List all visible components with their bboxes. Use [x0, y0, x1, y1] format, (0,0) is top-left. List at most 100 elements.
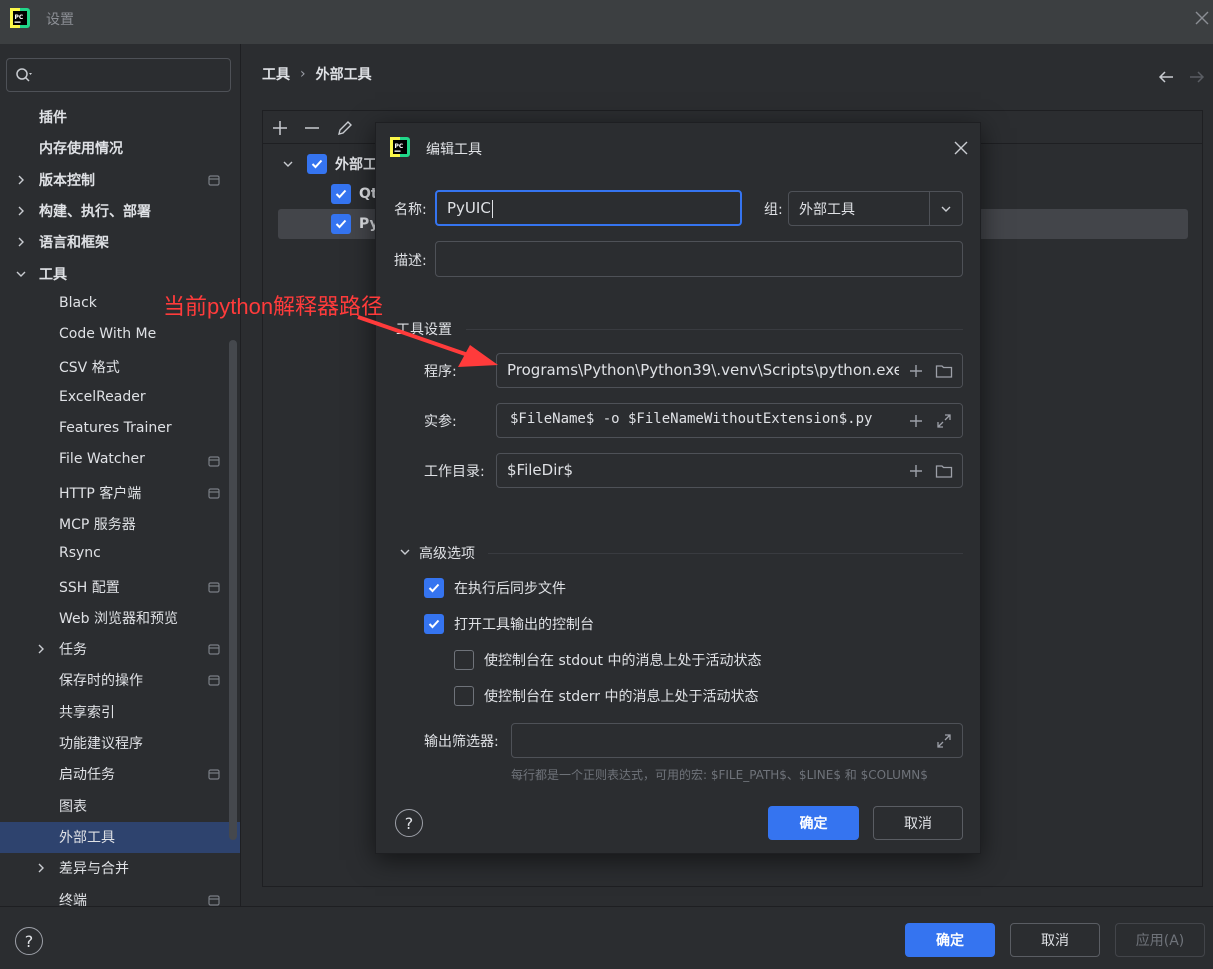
folder-icon[interactable] — [935, 462, 953, 480]
sidebar-item-label: 启动任务 — [59, 767, 115, 783]
project-level-icon — [208, 175, 220, 186]
tree-item-row[interactable]: Py — [331, 209, 379, 239]
sidebar-item[interactable]: CSV 格式 — [0, 352, 240, 383]
settings-search-input[interactable] — [6, 58, 231, 92]
expand-icon[interactable] — [935, 412, 953, 430]
sidebar-item[interactable]: 共享索引 — [0, 697, 240, 728]
program-input[interactable]: Programs\Python\Python39\.venv\Scripts\p… — [496, 353, 963, 388]
dialog-ok-button[interactable]: 确定 — [768, 806, 859, 840]
dialog-close-icon[interactable] — [953, 140, 969, 156]
sync-files-label: 在执行后同步文件 — [454, 581, 566, 597]
sidebar-item[interactable]: Web 浏览器和预览 — [0, 603, 240, 634]
group-value: 外部工具 — [799, 202, 855, 218]
cancel-button[interactable]: 取消 — [1010, 923, 1100, 957]
open-console-option[interactable]: 打开工具输出的控制台 — [424, 614, 594, 634]
project-level-icon — [208, 582, 220, 593]
arguments-input[interactable]: $FileName$ -o $FileNameWithoutExtension$… — [496, 403, 963, 438]
chevron-down-icon[interactable] — [398, 545, 412, 559]
working-dir-input[interactable]: $FileDir$ — [496, 453, 963, 488]
sidebar-item-label: 终端 — [59, 893, 87, 906]
chevron-right-icon[interactable] — [34, 861, 48, 875]
project-level-icon — [208, 675, 220, 686]
sidebar-item[interactable]: 任务 — [0, 634, 240, 665]
sidebar-item-label: 工具 — [39, 267, 67, 283]
edit-pencil-icon[interactable] — [336, 119, 354, 137]
chevron-right-icon[interactable] — [14, 204, 28, 218]
add-icon[interactable] — [271, 119, 289, 137]
sidebar-item[interactable]: Features Trainer — [0, 415, 240, 446]
back-arrow-icon[interactable] — [1157, 68, 1175, 86]
tree-item-row[interactable]: Qt — [331, 179, 378, 209]
advanced-options-heading[interactable]: 高级选项 — [419, 543, 475, 563]
folder-icon[interactable] — [935, 362, 953, 380]
sidebar-item[interactable]: 外部工具 — [0, 822, 240, 853]
sidebar-item-label: SSH 配置 — [59, 580, 120, 596]
project-level-icon — [208, 488, 220, 499]
breadcrumb-root[interactable]: 工具 — [262, 64, 290, 84]
sidebar-item[interactable]: 内存使用情况 — [0, 133, 240, 164]
search-icon — [16, 68, 32, 82]
sidebar-item[interactable]: ExcelReader — [0, 384, 240, 415]
description-input[interactable] — [435, 241, 963, 277]
project-level-icon — [208, 895, 220, 906]
chevron-down-icon[interactable] — [14, 267, 28, 281]
dialog-cancel-button[interactable]: 取消 — [873, 806, 963, 840]
sidebar-item[interactable]: 插件 — [0, 102, 240, 133]
add-macro-icon[interactable] — [907, 462, 925, 480]
sidebar-item[interactable]: 语言和框架 — [0, 227, 240, 258]
add-macro-icon[interactable] — [907, 412, 925, 430]
sync-files-option[interactable]: 在执行后同步文件 — [424, 578, 566, 598]
remove-icon[interactable] — [303, 119, 321, 137]
sidebar-item[interactable]: File Watcher — [0, 446, 240, 477]
sidebar-item[interactable]: 工具 — [0, 259, 240, 290]
help-button[interactable]: ? — [15, 927, 43, 955]
stdout-active-checkbox[interactable] — [454, 650, 474, 670]
sidebar-item[interactable]: 差异与合并 — [0, 853, 240, 884]
working-dir-label: 工作目录: — [424, 464, 485, 480]
sidebar-item-label: Black — [59, 295, 97, 311]
sync-files-checkbox[interactable] — [424, 578, 444, 598]
group-label: 组: — [764, 202, 783, 218]
ok-button[interactable]: 确定 — [905, 923, 995, 957]
sidebar-item[interactable]: 终端 — [0, 885, 240, 906]
sidebar-item[interactable]: 功能建议程序 — [0, 728, 240, 759]
sidebar-item[interactable]: 保存时的操作 — [0, 665, 240, 696]
open-console-checkbox[interactable] — [424, 614, 444, 634]
sidebar-item[interactable]: 版本控制 — [0, 165, 240, 196]
pycharm-logo-icon: PC — [10, 8, 30, 28]
chevron-right-icon[interactable] — [14, 235, 28, 249]
sidebar-scrollbar[interactable] — [229, 340, 237, 840]
sidebar-item-label: 差异与合并 — [59, 861, 129, 877]
expand-icon[interactable] — [935, 732, 953, 750]
chevron-down-icon[interactable] — [937, 200, 955, 218]
add-macro-icon[interactable] — [907, 362, 925, 380]
breadcrumb: 工具 › 外部工具 — [262, 64, 372, 84]
stderr-active-checkbox[interactable] — [454, 686, 474, 706]
tool-checkbox[interactable] — [331, 184, 351, 204]
chevron-right-icon[interactable] — [34, 642, 48, 656]
stdout-active-option[interactable]: 使控制台在 stdout 中的消息上处于活动状态 — [454, 650, 762, 670]
group-checkbox[interactable] — [307, 154, 327, 174]
name-input[interactable]: PyUIC — [435, 190, 742, 226]
chevron-down-icon[interactable] — [281, 157, 295, 171]
sidebar-item[interactable]: 图表 — [0, 791, 240, 822]
help-button[interactable]: ? — [395, 809, 423, 837]
dialog-title: 编辑工具 — [426, 142, 482, 158]
svg-text:PC: PC — [15, 14, 24, 21]
stderr-active-label: 使控制台在 stderr 中的消息上处于活动状态 — [484, 689, 759, 705]
name-value: PyUIC — [447, 199, 493, 218]
sidebar-item[interactable]: Code With Me — [0, 321, 240, 352]
stderr-active-option[interactable]: 使控制台在 stderr 中的消息上处于活动状态 — [454, 686, 758, 706]
sidebar-item[interactable]: SSH 配置 — [0, 572, 240, 603]
tool-checkbox[interactable] — [331, 214, 351, 234]
sidebar-item[interactable]: MCP 服务器 — [0, 509, 240, 540]
sidebar-item[interactable]: 启动任务 — [0, 759, 240, 790]
sidebar-item[interactable]: HTTP 客户端 — [0, 478, 240, 509]
tree-group-row[interactable]: 外部工 — [281, 149, 377, 179]
output-filter-input[interactable] — [511, 723, 963, 758]
chevron-right-icon[interactable] — [14, 173, 28, 187]
sidebar-item[interactable]: 构建、执行、部署 — [0, 196, 240, 227]
window-close-icon[interactable] — [1193, 9, 1211, 27]
group-select[interactable]: 外部工具 — [788, 191, 963, 226]
sidebar-item[interactable]: Rsync — [0, 540, 240, 571]
